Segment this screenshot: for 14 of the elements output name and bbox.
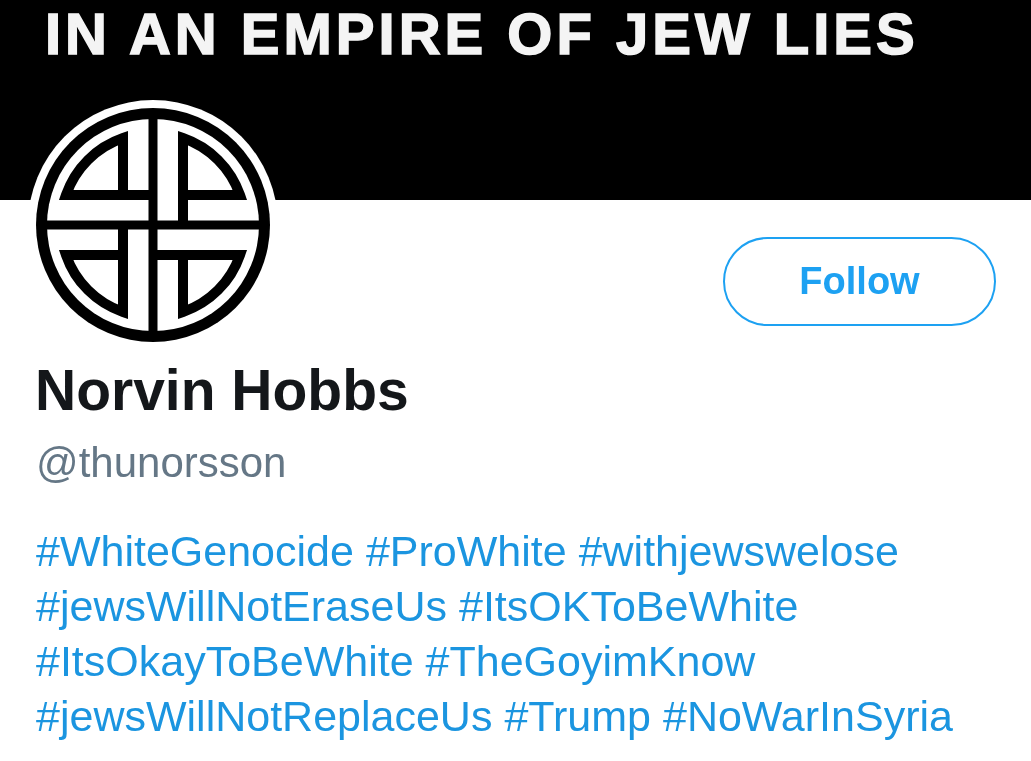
hashtag-link[interactable]: #Trump <box>504 689 651 744</box>
hashtag-link[interactable]: #ItsOkayToBeWhite <box>36 634 414 689</box>
hashtag-link[interactable]: #NoWarInSyria <box>663 689 953 744</box>
hashtag-link[interactable]: #ProWhite <box>365 524 567 579</box>
hashtag-link[interactable]: #TheGoyimKnow <box>425 634 756 689</box>
profile-handle: @thunorsson <box>36 439 287 487</box>
hashtag-link[interactable]: #jewsWillNotReplaceUs <box>36 689 493 744</box>
follow-button[interactable]: Follow <box>723 237 996 326</box>
banner-text: IN AN EMPIRE OF JEW LIES <box>45 5 919 63</box>
hashtag-link[interactable]: #ItsOKToBeWhite <box>459 579 799 634</box>
profile-name: Norvin Hobbs <box>35 358 409 422</box>
hashtag-link[interactable]: #jewsWillNotEraseUs <box>36 579 447 634</box>
hashtag-link[interactable]: #WhiteGenocide <box>36 524 354 579</box>
hashtag-link[interactable]: #withjewswelose <box>578 524 899 579</box>
